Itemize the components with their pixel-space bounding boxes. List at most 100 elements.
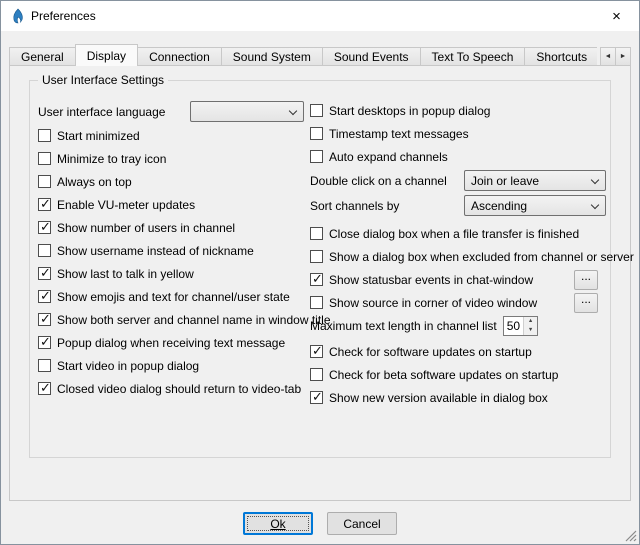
checkbox-checked[interactable] — [310, 391, 323, 404]
right-column: Start desktops in popup dialogTimestamp … — [310, 99, 606, 409]
right-bottom-checkbox-list: Check for software updates on startupChe… — [310, 340, 606, 409]
resize-grip-icon[interactable] — [624, 529, 637, 542]
checkbox-label: Always on top — [57, 175, 132, 189]
double-click-row: Double click on a channel Join or leave — [310, 168, 606, 193]
language-dropdown[interactable] — [190, 101, 304, 122]
cancel-button[interactable]: Cancel — [327, 512, 397, 535]
double-click-dropdown[interactable]: Join or leave — [464, 170, 606, 191]
checkbox-row[interactable]: Check for software updates on startup — [310, 340, 606, 363]
checkbox-row[interactable]: Start video in popup dialog — [38, 354, 304, 377]
checkbox-checked[interactable] — [38, 221, 51, 234]
tab-scroll-right-button[interactable]: ► — [615, 47, 631, 66]
checkbox-checked[interactable] — [38, 313, 51, 326]
max-text-length-spinner[interactable]: 50 ▲ ▼ — [503, 316, 538, 336]
checkbox-unchecked[interactable] — [310, 227, 323, 240]
close-icon: × — [612, 8, 621, 25]
checkbox-row[interactable]: Close dialog box when a file transfer is… — [310, 222, 606, 245]
title-bar[interactable]: Preferences × — [1, 1, 639, 31]
checkbox-row[interactable]: Show new version available in dialog box — [310, 386, 606, 409]
checkbox-unchecked[interactable] — [310, 250, 323, 263]
double-click-value: Join or leave — [471, 174, 539, 188]
checkbox-label: Start minimized — [57, 129, 140, 143]
tab-text-to-speech[interactable]: Text To Speech — [420, 47, 526, 66]
checkbox-unchecked[interactable] — [310, 127, 323, 140]
statusbar-events-config-button[interactable]: ... — [574, 270, 598, 290]
spinner-up-icon[interactable]: ▲ — [524, 317, 537, 326]
checkbox-checked[interactable] — [38, 290, 51, 303]
user-interface-settings-group: User Interface Settings User interface l… — [29, 80, 611, 458]
checkbox-row[interactable]: Check for beta software updates on start… — [310, 363, 606, 386]
left-column: User interface language Start minimized M… — [38, 99, 304, 409]
checkbox-label: Show a dialog box when excluded from cha… — [329, 250, 634, 264]
checkbox-label: Minimize to tray icon — [57, 152, 166, 166]
tab-sound-events[interactable]: Sound Events — [322, 47, 421, 66]
close-button[interactable]: × — [594, 1, 639, 31]
max-text-length-label: Maximum text length in channel list — [310, 319, 497, 333]
checkbox-unchecked[interactable] — [38, 152, 51, 165]
checkbox-row[interactable]: Closed video dialog should return to vid… — [38, 377, 304, 400]
checkbox-label: Show emojis and text for channel/user st… — [57, 290, 290, 304]
checkbox-unchecked[interactable] — [38, 244, 51, 257]
checkbox-row[interactable]: Show last to talk in yellow — [38, 262, 304, 285]
checkbox-label: Enable VU-meter updates — [57, 198, 195, 212]
ok-button[interactable]: Ok — [243, 512, 313, 535]
scroll-right-icon: ► — [620, 53, 627, 60]
checkbox-unchecked[interactable] — [310, 104, 323, 117]
checkbox-label: Show new version available in dialog box — [329, 391, 548, 405]
video-source-label: Show source in corner of video window — [329, 296, 537, 310]
double-click-label: Double click on a channel — [310, 174, 447, 188]
tab-display[interactable]: Display — [75, 44, 138, 66]
language-label: User interface language — [38, 105, 184, 119]
checkbox-row[interactable]: Auto expand channels — [310, 145, 606, 168]
checkbox-unchecked[interactable] — [38, 359, 51, 372]
checkbox-row[interactable]: Show number of users in channel — [38, 216, 304, 239]
statusbar-events-row[interactable]: Show statusbar events in chat-window ... — [310, 268, 606, 291]
video-source-checkbox[interactable] — [310, 296, 323, 309]
tab-connection[interactable]: Connection — [137, 47, 222, 66]
chevron-down-icon — [591, 176, 599, 184]
checkbox-unchecked[interactable] — [310, 368, 323, 381]
checkbox-row[interactable]: Show a dialog box when excluded from cha… — [310, 245, 606, 268]
spinner-down-icon[interactable]: ▼ — [524, 326, 537, 335]
spinner-arrows: ▲ ▼ — [523, 317, 537, 335]
sort-channels-dropdown[interactable]: Ascending — [464, 195, 606, 216]
checkbox-checked[interactable] — [38, 267, 51, 280]
tab-sound-system[interactable]: Sound System — [221, 47, 323, 66]
checkbox-checked[interactable] — [38, 382, 51, 395]
checkbox-row[interactable]: Popup dialog when receiving text message — [38, 331, 304, 354]
checkbox-label: Start video in popup dialog — [57, 359, 199, 373]
checkbox-unchecked[interactable] — [310, 150, 323, 163]
checkbox-unchecked[interactable] — [38, 129, 51, 142]
tab-shortcuts[interactable]: Shortcuts — [524, 47, 597, 66]
video-source-config-button[interactable]: ... — [574, 293, 598, 313]
checkbox-row[interactable]: Show emojis and text for channel/user st… — [38, 285, 304, 308]
checkbox-row[interactable]: Minimize to tray icon — [38, 147, 304, 170]
checkbox-checked[interactable] — [38, 336, 51, 349]
tab-general[interactable]: General — [9, 47, 76, 66]
checkbox-row[interactable]: Timestamp text messages — [310, 122, 606, 145]
video-source-row[interactable]: Show source in corner of video window ..… — [310, 291, 606, 314]
checkbox-label: Auto expand channels — [329, 150, 448, 164]
cancel-button-label: Cancel — [343, 517, 380, 531]
checkbox-row[interactable]: Show both server and channel name in win… — [38, 308, 304, 331]
checkbox-checked[interactable] — [310, 345, 323, 358]
statusbar-events-checkbox[interactable] — [310, 273, 323, 286]
checkbox-label: Close dialog box when a file transfer is… — [329, 227, 579, 241]
checkbox-label: Show last to talk in yellow — [57, 267, 194, 281]
tab-scroll-left-button[interactable]: ◄ — [600, 47, 616, 66]
sort-channels-label: Sort channels by — [310, 199, 399, 213]
checkbox-label: Show both server and channel name in win… — [57, 313, 331, 327]
ok-button-label: Ok — [270, 517, 285, 531]
tab-scrollers: ◄ ► — [601, 47, 631, 66]
checkbox-row[interactable]: Start desktops in popup dialog — [310, 99, 606, 122]
checkbox-row[interactable]: Always on top — [38, 170, 304, 193]
left-checkbox-list: Start minimized Minimize to tray icon Alwa… — [38, 124, 304, 400]
tab-strip: GeneralDisplayConnectionSound SystemSoun… — [9, 45, 631, 66]
checkbox-unchecked[interactable] — [38, 175, 51, 188]
checkbox-row[interactable]: Enable VU-meter updates — [38, 193, 304, 216]
spinner-value: 50 — [504, 317, 523, 335]
checkbox-checked[interactable] — [38, 198, 51, 211]
checkbox-row[interactable]: Show username instead of nickname — [38, 239, 304, 262]
checkbox-row[interactable]: Start minimized — [38, 124, 304, 147]
max-text-length-row: Maximum text length in channel list 50 ▲… — [310, 314, 606, 337]
